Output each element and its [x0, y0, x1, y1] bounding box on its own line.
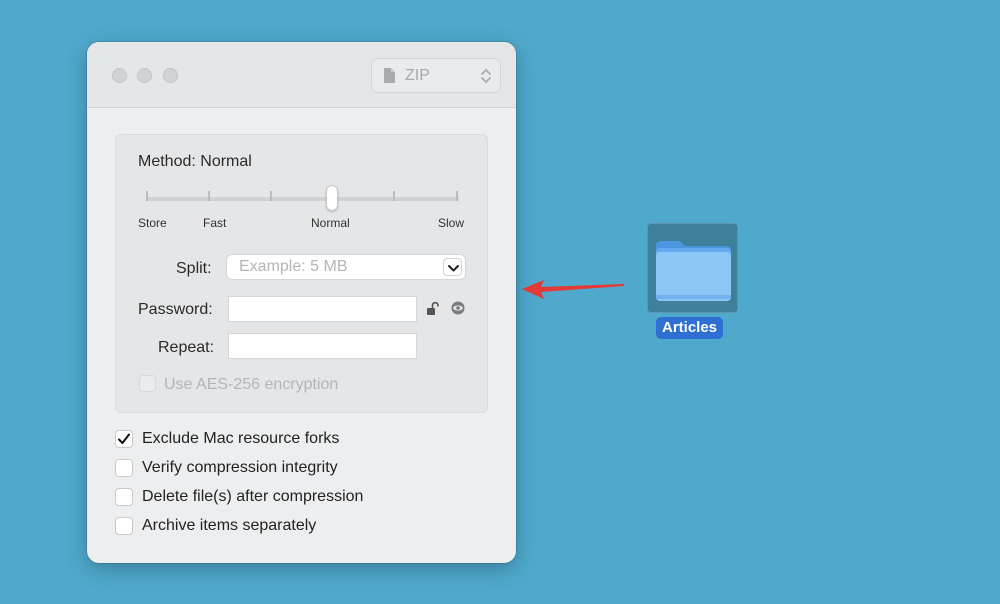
- slider-tick: [456, 191, 458, 201]
- checkbox-verify-compression-integrity[interactable]: [115, 459, 133, 477]
- drag-arrow-icon: [522, 280, 624, 299]
- checkmark-icon: [118, 433, 130, 444]
- checkbox-exclude-mac-resource-forks[interactable]: [115, 430, 133, 448]
- split-placeholder: Example: 5 MB: [239, 258, 348, 275]
- tick-label-slow: Slow: [438, 216, 465, 230]
- format-label: ZIP: [405, 66, 430, 84]
- slider-tick: [146, 191, 148, 201]
- archive-window: ZIP Method: Normal Store Fast Normal Slo…: [87, 42, 516, 563]
- option-archive-items-separately[interactable]: Archive items separately: [115, 516, 316, 536]
- minimize-button[interactable]: [137, 68, 152, 83]
- repeat-label: Repeat:: [158, 339, 215, 356]
- option-label: Verify compression integrity: [142, 459, 338, 476]
- password-label: Password:: [138, 301, 213, 318]
- option-label: Delete file(s) after compression: [142, 488, 364, 505]
- repeat-password-field[interactable]: [228, 333, 417, 359]
- document-icon: [384, 68, 395, 83]
- checkbox-archive-items-separately[interactable]: [115, 517, 133, 535]
- folder-label[interactable]: Articles: [656, 317, 724, 339]
- tick-label-normal: Normal: [311, 216, 350, 230]
- method-slider-thumb[interactable]: [326, 185, 338, 211]
- split-dropdown-button[interactable]: [443, 258, 462, 276]
- close-button[interactable]: [112, 68, 127, 83]
- password-field[interactable]: [228, 296, 417, 322]
- option-delete-files-after-compression[interactable]: Delete file(s) after compression: [115, 487, 363, 507]
- eye-icon[interactable]: [450, 301, 466, 315]
- format-select[interactable]: ZIP: [371, 58, 501, 93]
- chevron-down-icon: [448, 265, 459, 272]
- compression-settings-panel: Method: Normal Store Fast Normal Slow Sp…: [115, 134, 488, 413]
- updown-chevron-icon: [481, 68, 491, 84]
- method-slider-track[interactable]: [146, 197, 459, 201]
- tick-label-store: Store: [138, 216, 167, 230]
- zoom-button[interactable]: [163, 68, 178, 83]
- checkbox-delete-files-after-compression[interactable]: [115, 488, 133, 506]
- tick-label-fast: Fast: [203, 216, 227, 230]
- option-verify-compression-integrity[interactable]: Verify compression integrity: [115, 458, 338, 478]
- folder-icon: [656, 241, 731, 301]
- method-label: Method: Normal: [138, 153, 252, 170]
- unlocked-padlock-icon[interactable]: [426, 301, 439, 316]
- option-label: Exclude Mac resource forks: [142, 430, 340, 447]
- slider-tick: [208, 191, 210, 201]
- split-select[interactable]: Example: 5 MB: [226, 254, 466, 280]
- slider-tick: [270, 191, 272, 201]
- option-label: Archive items separately: [142, 517, 317, 534]
- aes-checkbox[interactable]: [139, 375, 156, 392]
- titlebar: ZIP: [87, 42, 516, 108]
- option-exclude-mac-resource-forks[interactable]: Exclude Mac resource forks: [115, 429, 339, 449]
- folder-articles[interactable]: [647, 223, 738, 313]
- aes-label: Use AES-256 encryption: [164, 376, 339, 393]
- split-label: Split:: [176, 260, 212, 277]
- slider-tick: [393, 191, 395, 201]
